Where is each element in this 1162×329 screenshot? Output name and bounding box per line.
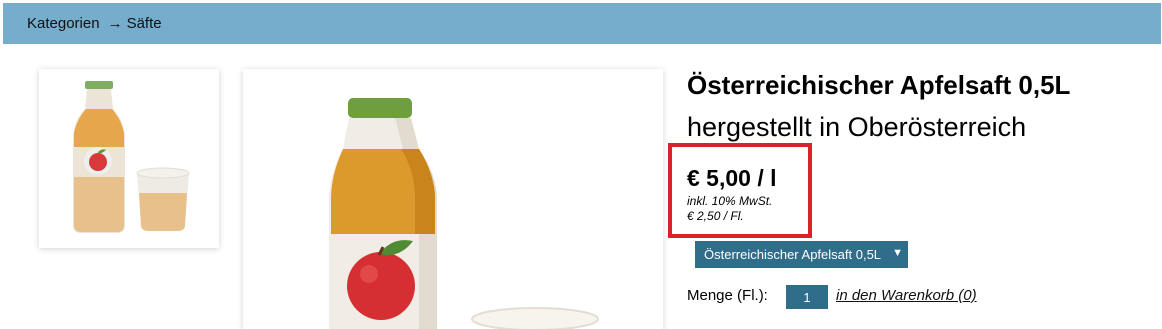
price-highlight-box: € 5,00 / l inkl. 10% MwSt. € 2,50 / Fl. [668, 143, 812, 238]
product-title: Österreichischer Apfelsaft 0,5L [687, 70, 1071, 100]
chevron-down-icon: ▼ [892, 247, 903, 259]
variant-select-value: Österreichischer Apfelsaft 0,5L [704, 247, 882, 262]
product-main-image [243, 69, 663, 329]
price-per-liter: € 5,00 / l [687, 165, 777, 191]
breadcrumb-item-saefte[interactable]: Säfte [127, 15, 162, 32]
juice-bottle-glass-icon [73, 81, 190, 233]
quantity-input[interactable]: 1 [786, 285, 828, 309]
breadcrumb: Kategorien → Säfte [3, 3, 1161, 44]
add-to-cart-link[interactable]: in den Warenkorb (0) [836, 287, 977, 304]
product-thumbnail[interactable] [39, 69, 219, 248]
breadcrumb-item-kategorien[interactable]: Kategorien [27, 15, 100, 32]
variant-select[interactable]: Österreichischer Apfelsaft 0,5L ▼ [695, 241, 908, 268]
juice-bottle-glass-icon [329, 98, 599, 329]
product-subtitle: hergestellt in Oberösterreich [687, 112, 1027, 142]
price-per-bottle: € 2,50 / Fl. [687, 209, 744, 223]
quantity-label: Menge (Fl.): [687, 287, 768, 304]
tax-note: inkl. 10% MwSt. [687, 194, 773, 208]
breadcrumb-separator: → [107, 15, 123, 32]
